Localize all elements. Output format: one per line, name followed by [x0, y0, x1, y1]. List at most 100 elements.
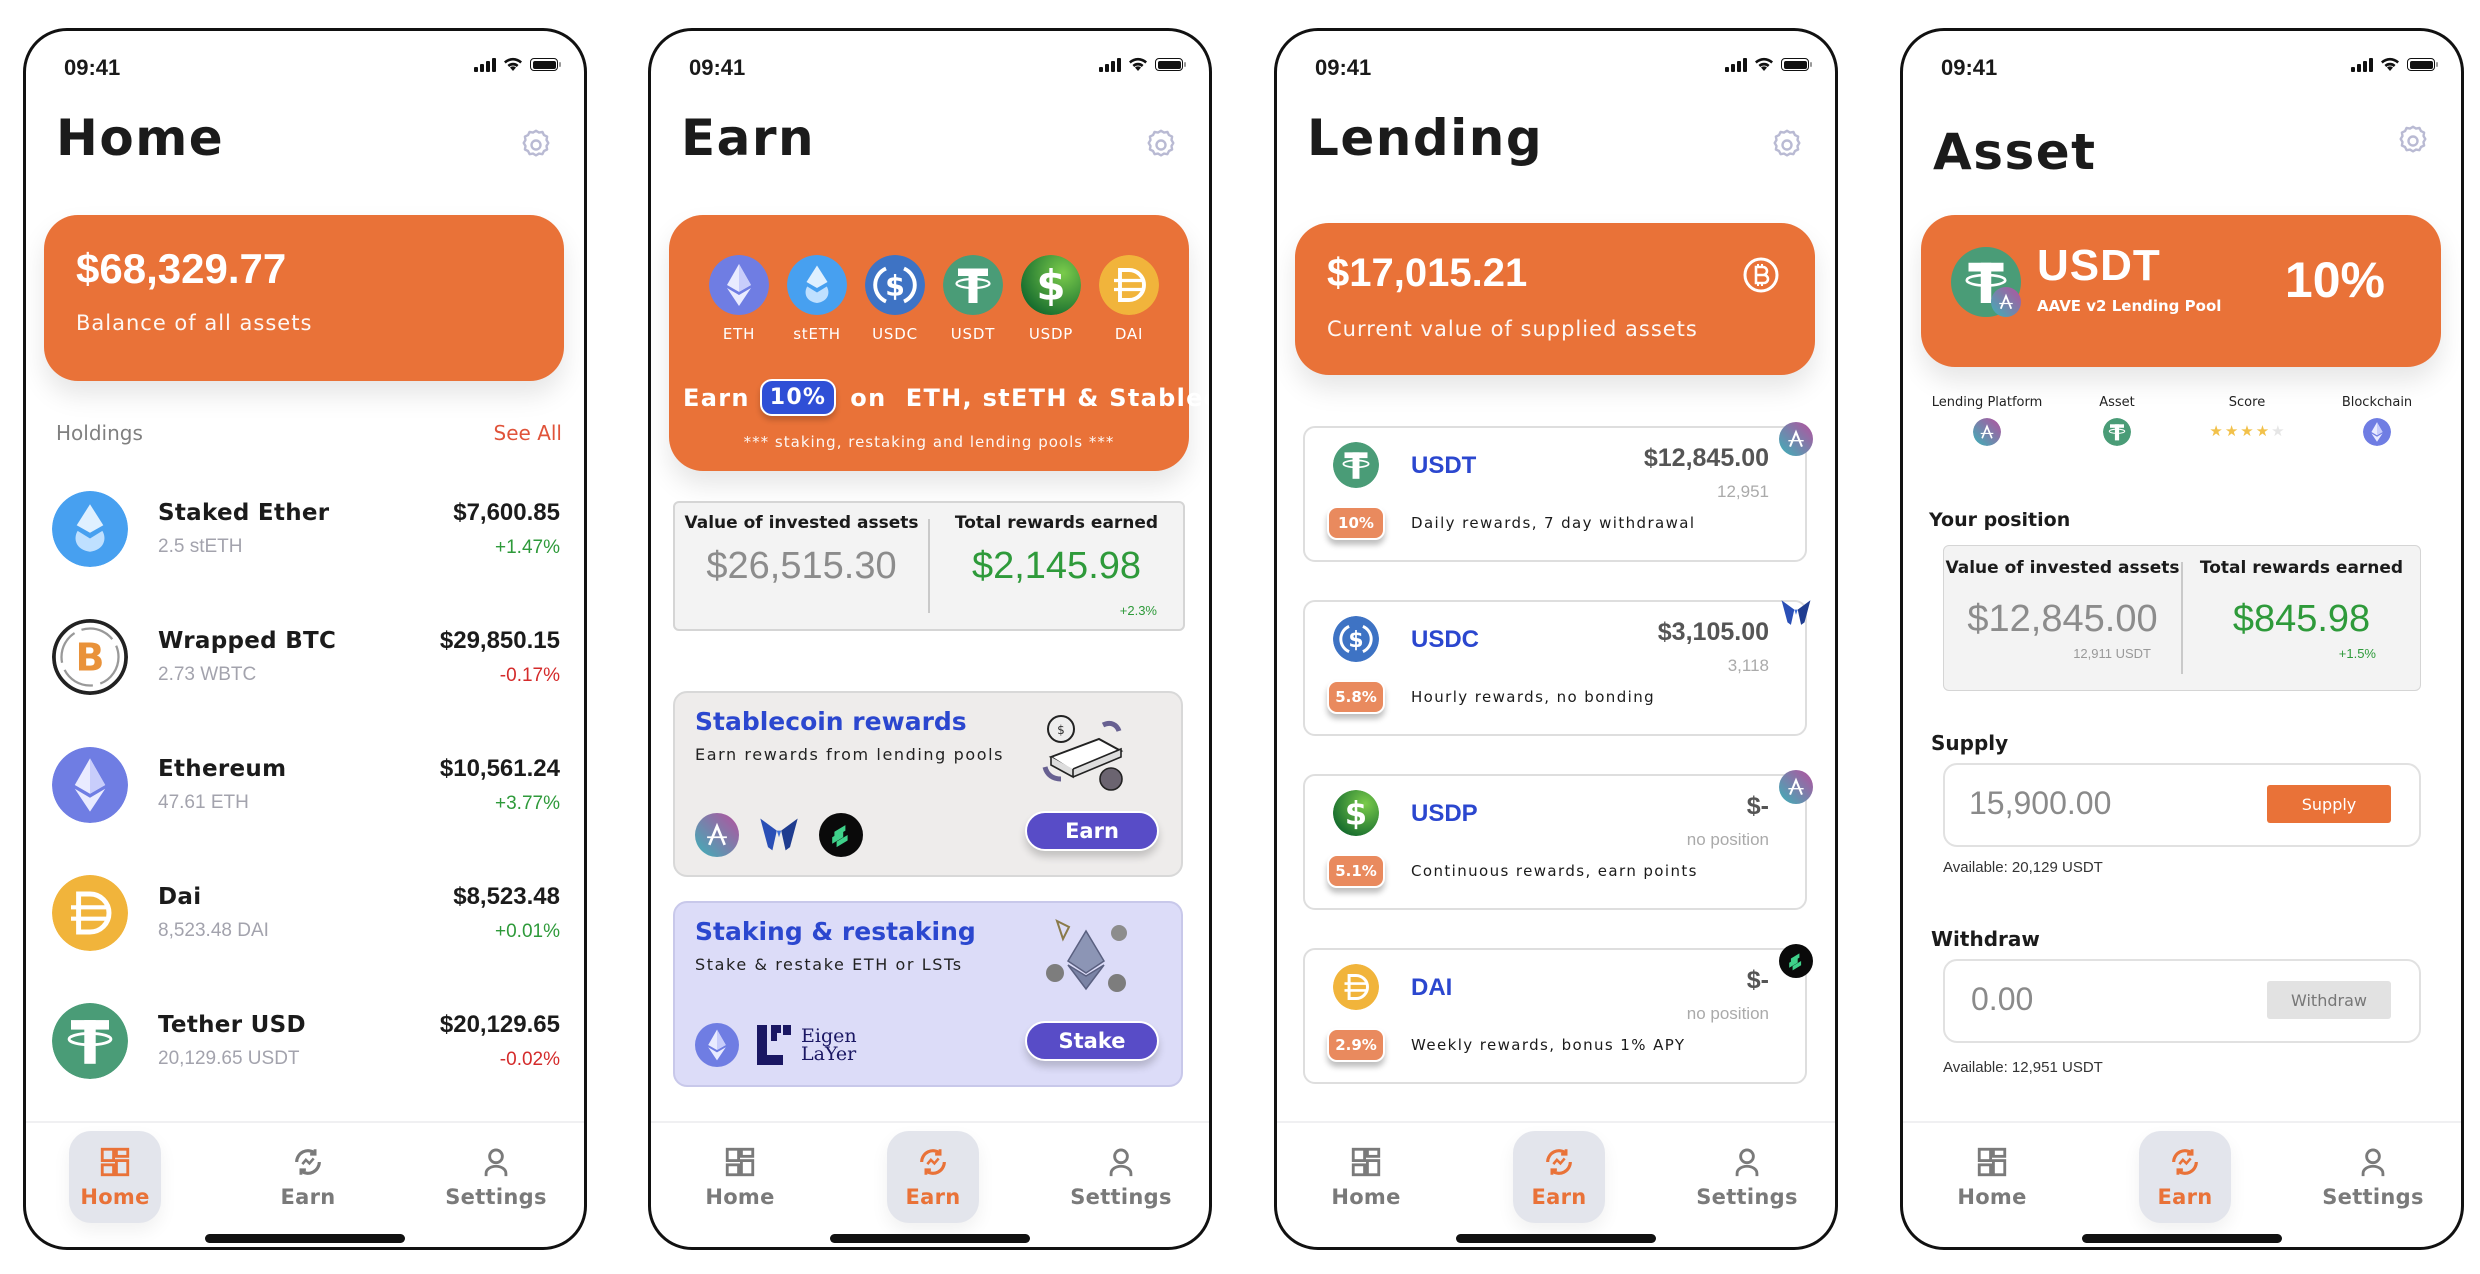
compound-icon: [1779, 944, 1813, 978]
tab-settings[interactable]: Settings: [1070, 1131, 1171, 1223]
supplied-value-card: $17,015.21 Current value of supplied ass…: [1295, 223, 1815, 375]
stablecoin-rewards-card[interactable]: Stablecoin rewards Earn rewards from len…: [673, 691, 1183, 877]
supply-amount-input[interactable]: [1969, 785, 2229, 822]
see-all-link[interactable]: See All: [494, 421, 562, 445]
earn-cycle-icon: [916, 1145, 950, 1179]
holdings-label: Holdings: [56, 421, 143, 445]
tab-earn[interactable]: Earn: [1513, 1131, 1605, 1223]
asset-symbol: USDT: [2037, 241, 2161, 290]
gear-icon[interactable]: [2395, 123, 2431, 159]
tab-home[interactable]: Home: [69, 1131, 161, 1223]
home-indicator[interactable]: [830, 1234, 1030, 1243]
star-filled-icon: ★: [2209, 422, 2223, 440]
tab-bar: Home Earn Settings: [1277, 1121, 1835, 1247]
earn-cycle-icon: [1542, 1145, 1576, 1179]
coin-usdc: USDC: [865, 255, 925, 343]
dai-icon: [52, 875, 128, 951]
aave-icon: [1973, 418, 2001, 446]
status-bar: 09:41: [26, 49, 584, 83]
stake-button[interactable]: Stake: [1025, 1021, 1159, 1061]
tab-settings[interactable]: Settings: [2322, 1131, 2423, 1223]
tab-home[interactable]: Home: [694, 1131, 786, 1223]
withdraw-amount-input[interactable]: [1971, 981, 2231, 1018]
status-time: 09:41: [689, 55, 746, 80]
balance-card: $68,329.77 Balance of all assets: [44, 215, 564, 381]
user-icon: [1104, 1145, 1138, 1179]
holding-row[interactable]: Wrapped BTC 2.73 WBTC $29,850.15 -0.17%: [52, 607, 560, 707]
home-indicator[interactable]: [2082, 1234, 2282, 1243]
home-indicator[interactable]: [1456, 1234, 1656, 1243]
holding-name: Staked Ether: [158, 500, 330, 526]
balance-amount: $68,329.77: [76, 245, 287, 292]
tab-earn[interactable]: Earn: [887, 1131, 979, 1223]
meta-label: Asset: [2099, 395, 2135, 410]
page-title: Earn: [681, 109, 816, 167]
eth-icon: [695, 1023, 739, 1067]
tab-label: Earn: [1531, 1185, 1587, 1209]
home-indicator[interactable]: [205, 1234, 405, 1243]
holding-row[interactable]: Dai 8,523.48 DAI $8,523.48 +0.01%: [52, 863, 560, 963]
withdraw-available: Available: 12,951 USDT: [1943, 1059, 2103, 1076]
meta-score: Score ★ ★ ★ ★ ★: [2187, 395, 2307, 446]
meta-label: Blockchain: [2341, 395, 2413, 410]
usdc-icon: [1333, 616, 1379, 662]
dai-icon: [1333, 964, 1379, 1010]
signal-icon: [2351, 57, 2373, 72]
battery-icon: [2407, 58, 2438, 71]
earn-rate-badge: 10%: [759, 379, 837, 416]
tab-earn[interactable]: Earn: [262, 1131, 354, 1223]
supply-button[interactable]: Supply: [2267, 785, 2391, 823]
pool-name: USDC: [1411, 626, 1480, 653]
tab-label: Earn: [905, 1185, 961, 1209]
lending-pool-card[interactable]: USDT $12,845.00 12,951 10% Daily rewards…: [1303, 426, 1807, 562]
holding-value: $29,850.15: [439, 627, 560, 654]
apy-badge: 5.1%: [1327, 854, 1385, 888]
gear-icon[interactable]: [1769, 127, 1805, 163]
rewards-change: +2.3%: [1119, 603, 1157, 618]
wifi-icon: [1755, 57, 1773, 71]
pool-description: Hourly rewards, no bonding: [1411, 688, 1656, 706]
phone-home-screen: 09:41 Home $68,329.77 Balance of all ass…: [23, 28, 587, 1250]
star-filled-icon: ★: [2224, 422, 2239, 440]
meta-lending-platform: Lending Platform: [1927, 395, 2047, 446]
coin-eth: ETH: [709, 255, 769, 343]
holding-qty: 8,523.48 DAI: [158, 920, 269, 941]
usdc-icon: [865, 255, 925, 315]
coin-label: USDP: [1028, 325, 1074, 343]
holding-name: Dai: [158, 884, 202, 910]
holding-row[interactable]: Tether USD 20,129.65 USDT $20,129.65 -0.…: [52, 991, 560, 1091]
usdt-icon: [1333, 442, 1379, 488]
grid-icon: [723, 1145, 757, 1179]
tab-settings[interactable]: Settings: [1696, 1131, 1797, 1223]
gear-icon[interactable]: [1143, 127, 1179, 163]
holding-qty: 2.73 WBTC: [158, 664, 257, 685]
tab-home[interactable]: Home: [1320, 1131, 1412, 1223]
tab-label: Home: [1331, 1185, 1401, 1209]
steth-icon: [787, 255, 847, 315]
lending-pool-card[interactable]: DAI $- no position 2.9% Weekly rewards, …: [1303, 948, 1807, 1084]
tab-home[interactable]: Home: [1946, 1131, 2038, 1223]
pool-description: Weekly rewards, bonus 1% APY: [1411, 1036, 1686, 1054]
withdraw-label: Withdraw: [1931, 927, 2040, 951]
invested-label: Value of invested assets: [684, 513, 919, 533]
gear-icon[interactable]: [518, 127, 554, 163]
lending-pool-card[interactable]: USDP $- no position 5.1% Continuous rewa…: [1303, 774, 1807, 910]
earn-button[interactable]: Earn: [1025, 811, 1159, 851]
holding-change: -0.17%: [499, 665, 560, 686]
meta-label: Lending Platform: [1931, 395, 2043, 410]
page-title: Lending: [1307, 109, 1544, 167]
page-title: Home: [56, 109, 225, 167]
tab-settings[interactable]: Settings: [445, 1131, 546, 1223]
lending-pool-card[interactable]: USDC $3,105.00 3,118 5.8% Hourly rewards…: [1303, 600, 1807, 736]
eth-icon: [2363, 418, 2391, 446]
rewards-label: Total rewards earned: [2199, 558, 2404, 578]
morpho-icon: [757, 813, 801, 857]
holding-row[interactable]: Ethereum 47.61 ETH $10,561.24 +3.77%: [52, 735, 560, 835]
tab-label: Home: [80, 1185, 150, 1209]
staking-restaking-card[interactable]: Staking & restaking Stake & restake ETH …: [673, 901, 1183, 1087]
earn-headline: Earn 10% on ETH, stETH & Stablecoins: [683, 379, 1209, 416]
tab-earn[interactable]: Earn: [2139, 1131, 2231, 1223]
withdraw-button[interactable]: Withdraw: [2267, 981, 2391, 1019]
holding-change: +3.77%: [495, 793, 560, 814]
holding-row[interactable]: Staked Ether 2.5 stETH $7,600.85 +1.47%: [52, 479, 560, 579]
